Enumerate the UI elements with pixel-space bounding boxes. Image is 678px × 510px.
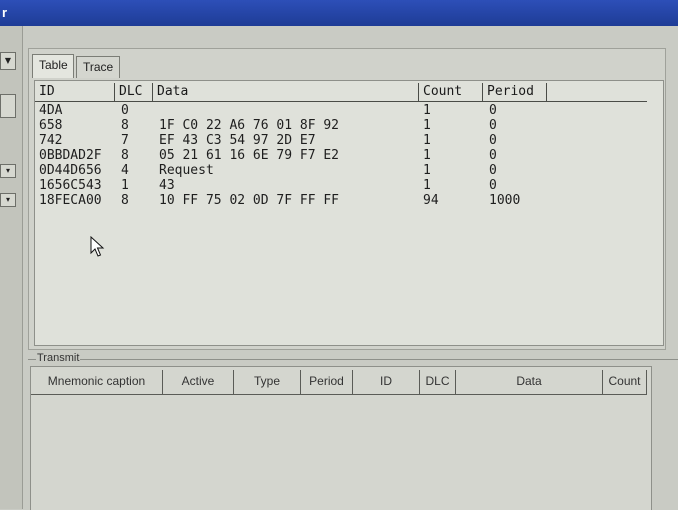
transmit-column-type[interactable]: Type — [234, 370, 301, 394]
cell-count: 1 — [423, 148, 431, 163]
transmit-group-border — [28, 359, 678, 360]
cell-period: 0 — [489, 118, 497, 133]
cell-id: 18FECA00 — [39, 193, 102, 208]
table-row[interactable]: 18FECA00 8 10 FF 75 02 0D 7F FF FF 94 10… — [35, 193, 655, 208]
left-dropdown-icon-3[interactable]: ▾ — [0, 193, 16, 207]
cell-id: 0D44D656 — [39, 163, 102, 178]
cell-period: 0 — [489, 148, 497, 163]
transmit-table-header: Mnemonic caption Active Type Period ID D… — [31, 370, 647, 395]
column-header-id[interactable]: ID — [35, 83, 115, 101]
table-row[interactable]: 4DA 0 1 0 — [35, 103, 655, 118]
cell-count: 1 — [423, 118, 431, 133]
table-row[interactable]: 0BBDAD2F 8 05 21 61 16 6E 79 F7 E2 1 0 — [35, 148, 655, 163]
cell-data: Request — [159, 163, 214, 178]
left-dropdown-icon-2[interactable]: ▾ — [0, 164, 16, 178]
tab-table[interactable]: Table — [32, 54, 74, 78]
column-header-count[interactable]: Count — [419, 83, 483, 101]
transmit-group-label: Transmit — [36, 352, 81, 364]
cell-count: 1 — [423, 133, 431, 148]
receive-table: ID DLC Data Count Period 4DA 0 1 0 658 8… — [34, 80, 664, 346]
cell-data: 05 21 61 16 6E 79 F7 E2 — [159, 148, 340, 163]
cell-period: 0 — [489, 133, 497, 148]
cell-dlc: 1 — [121, 178, 129, 193]
cell-data: 43 — [159, 178, 175, 193]
table-row[interactable]: 1656C543 1 43 1 0 — [35, 178, 655, 193]
cell-dlc: 0 — [121, 103, 129, 118]
cell-id: 658 — [39, 118, 63, 133]
table-row[interactable]: 0D44D656 4 Request 1 0 — [35, 163, 655, 178]
cell-period: 0 — [489, 103, 497, 118]
cell-period: 0 — [489, 178, 497, 193]
cell-id: 1656C543 — [39, 178, 102, 193]
cell-count: 94 — [423, 193, 439, 208]
column-header-dlc[interactable]: DLC — [115, 83, 153, 101]
transmit-column-data[interactable]: Data — [456, 370, 603, 394]
cell-data: EF 43 C3 54 97 2D E7 — [159, 133, 316, 148]
column-header-data[interactable]: Data — [153, 83, 419, 101]
cell-count: 1 — [423, 103, 431, 118]
table-row[interactable]: 658 8 1F C0 22 A6 76 01 8F 92 1 0 — [35, 118, 655, 133]
mouse-cursor-icon — [90, 236, 105, 257]
window-title: r — [2, 5, 8, 20]
transmit-table: Mnemonic caption Active Type Period ID D… — [30, 366, 652, 510]
cell-dlc: 8 — [121, 118, 129, 133]
cell-id: 4DA — [39, 103, 63, 118]
window-titlebar: r — [0, 0, 678, 26]
left-button[interactable] — [0, 94, 16, 118]
cell-period: 0 — [489, 163, 497, 178]
cell-dlc: 8 — [121, 148, 129, 163]
left-dropdown-icon[interactable]: ▼ — [0, 52, 16, 70]
cell-data: 10 FF 75 02 0D 7F FF FF — [159, 193, 340, 208]
cell-data: 1F C0 22 A6 76 01 8F 92 — [159, 118, 340, 133]
column-header-period[interactable]: Period — [483, 83, 547, 101]
transmit-column-mnemonic[interactable]: Mnemonic caption — [31, 370, 163, 394]
cell-count: 1 — [423, 163, 431, 178]
tab-trace[interactable]: Trace — [76, 56, 120, 78]
cell-period: 1000 — [489, 193, 521, 208]
cell-id: 0BBDAD2F — [39, 148, 102, 163]
cell-dlc: 8 — [121, 193, 129, 208]
transmit-column-period[interactable]: Period — [301, 370, 353, 394]
transmit-column-id[interactable]: ID — [353, 370, 420, 394]
cell-count: 1 — [423, 178, 431, 193]
table-row[interactable]: 742 7 EF 43 C3 54 97 2D E7 1 0 — [35, 133, 655, 148]
transmit-column-dlc[interactable]: DLC — [420, 370, 456, 394]
cell-dlc: 4 — [121, 163, 129, 178]
cell-dlc: 7 — [121, 133, 129, 148]
transmit-column-active[interactable]: Active — [163, 370, 234, 394]
table-header: ID DLC Data Count Period — [35, 83, 647, 102]
cell-id: 742 — [39, 133, 63, 148]
transmit-column-count[interactable]: Count — [603, 370, 647, 394]
